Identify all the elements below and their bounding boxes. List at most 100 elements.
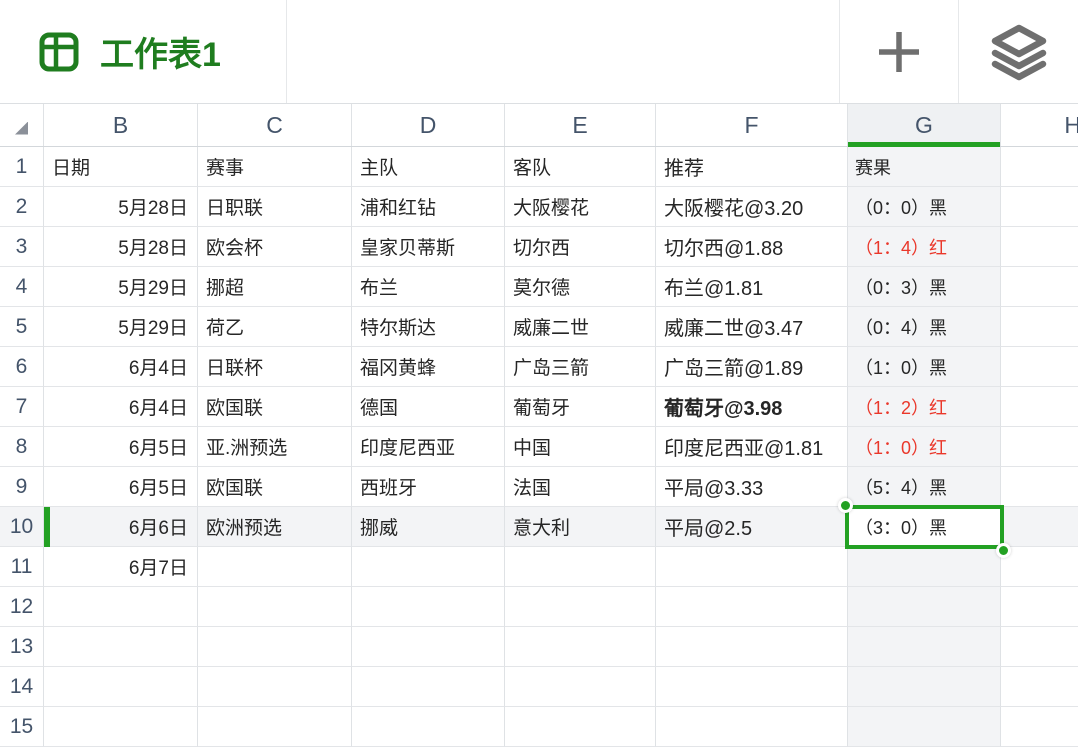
column-header-C[interactable]: C bbox=[198, 104, 352, 146]
selection-handle-top-left[interactable] bbox=[838, 498, 853, 513]
cell-E5[interactable]: 威廉二世 bbox=[505, 307, 656, 347]
cell-D13[interactable] bbox=[352, 627, 505, 667]
cell-B12[interactable] bbox=[44, 587, 198, 627]
row-header-10[interactable]: 10 bbox=[0, 507, 44, 547]
column-header-G[interactable]: G bbox=[848, 104, 1001, 146]
cell-F6[interactable]: 广岛三箭@1.89 bbox=[656, 347, 848, 387]
row-header-6[interactable]: 6 bbox=[0, 347, 44, 387]
cell-H14[interactable] bbox=[1001, 667, 1078, 707]
cell-D9[interactable]: 西班牙 bbox=[352, 467, 505, 507]
cell-F8[interactable]: 印度尼西亚@1.81 bbox=[656, 427, 848, 467]
cell-D3[interactable]: 皇家贝蒂斯 bbox=[352, 227, 505, 267]
cell-H5[interactable] bbox=[1001, 307, 1078, 347]
row-header-12[interactable]: 12 bbox=[0, 587, 44, 627]
cell-D5[interactable]: 特尔斯达 bbox=[352, 307, 505, 347]
cell-F4[interactable]: 布兰@1.81 bbox=[656, 267, 848, 307]
cell-D2[interactable]: 浦和红钻 bbox=[352, 187, 505, 227]
cell-B8[interactable]: 6月5日 bbox=[44, 427, 198, 467]
cell-G15[interactable] bbox=[848, 707, 1001, 747]
cell-H3[interactable] bbox=[1001, 227, 1078, 267]
cell-D4[interactable]: 布兰 bbox=[352, 267, 505, 307]
cell-H6[interactable] bbox=[1001, 347, 1078, 387]
cell-B7[interactable]: 6月4日 bbox=[44, 387, 198, 427]
cell-C3[interactable]: 欧会杯 bbox=[198, 227, 352, 267]
cell-B13[interactable] bbox=[44, 627, 198, 667]
cell-G11[interactable] bbox=[848, 547, 1001, 587]
cell-G7[interactable]: （1：2）红 bbox=[848, 387, 1001, 427]
cell-B14[interactable] bbox=[44, 667, 198, 707]
cell-H8[interactable] bbox=[1001, 427, 1078, 467]
cell-G10[interactable]: （3：0）黑 bbox=[848, 507, 1001, 547]
select-all-corner[interactable] bbox=[0, 104, 44, 146]
cell-H1[interactable] bbox=[1001, 147, 1078, 187]
row-header-13[interactable]: 13 bbox=[0, 627, 44, 667]
cell-E10[interactable]: 意大利 bbox=[505, 507, 656, 547]
cell-F11[interactable] bbox=[656, 547, 848, 587]
row-header-7[interactable]: 7 bbox=[0, 387, 44, 427]
cell-G2[interactable]: （0：0）黑 bbox=[848, 187, 1001, 227]
cell-H4[interactable] bbox=[1001, 267, 1078, 307]
cell-C8[interactable]: 亚.洲预选 bbox=[198, 427, 352, 467]
sheet-title-button[interactable]: 工作表1 bbox=[0, 0, 287, 103]
cell-C10[interactable]: 欧洲预选 bbox=[198, 507, 352, 547]
cell-B2[interactable]: 5月28日 bbox=[44, 187, 198, 227]
row-header-15[interactable]: 15 bbox=[0, 707, 44, 747]
sheets-stack-button[interactable] bbox=[958, 0, 1078, 103]
row-header-5[interactable]: 5 bbox=[0, 307, 44, 347]
cell-E12[interactable] bbox=[505, 587, 656, 627]
column-header-B[interactable]: B bbox=[44, 104, 198, 146]
cell-F15[interactable] bbox=[656, 707, 848, 747]
cell-G14[interactable] bbox=[848, 667, 1001, 707]
row-header-4[interactable]: 4 bbox=[0, 267, 44, 307]
cell-C4[interactable]: 挪超 bbox=[198, 267, 352, 307]
cell-F2[interactable]: 大阪樱花@3.20 bbox=[656, 187, 848, 227]
cell-B6[interactable]: 6月4日 bbox=[44, 347, 198, 387]
cell-D10[interactable]: 挪威 bbox=[352, 507, 505, 547]
cell-G9[interactable]: （5：4）黑 bbox=[848, 467, 1001, 507]
cell-H11[interactable] bbox=[1001, 547, 1078, 587]
cell-C11[interactable] bbox=[198, 547, 352, 587]
cell-B1[interactable]: 日期 bbox=[44, 147, 198, 187]
cell-C5[interactable]: 荷乙 bbox=[198, 307, 352, 347]
cell-C14[interactable] bbox=[198, 667, 352, 707]
cell-B9[interactable]: 6月5日 bbox=[44, 467, 198, 507]
cell-B3[interactable]: 5月28日 bbox=[44, 227, 198, 267]
cell-C6[interactable]: 日联杯 bbox=[198, 347, 352, 387]
row-header-2[interactable]: 2 bbox=[0, 187, 44, 227]
row-header-11[interactable]: 11 bbox=[0, 547, 44, 587]
cell-C2[interactable]: 日职联 bbox=[198, 187, 352, 227]
row-header-3[interactable]: 3 bbox=[0, 227, 44, 267]
cell-C13[interactable] bbox=[198, 627, 352, 667]
cell-B5[interactable]: 5月29日 bbox=[44, 307, 198, 347]
cell-G4[interactable]: （0：3）黑 bbox=[848, 267, 1001, 307]
cell-B15[interactable] bbox=[44, 707, 198, 747]
cell-D12[interactable] bbox=[352, 587, 505, 627]
cell-E14[interactable] bbox=[505, 667, 656, 707]
cell-H13[interactable] bbox=[1001, 627, 1078, 667]
cell-H12[interactable] bbox=[1001, 587, 1078, 627]
cell-D7[interactable]: 德国 bbox=[352, 387, 505, 427]
cell-E11[interactable] bbox=[505, 547, 656, 587]
row-header-14[interactable]: 14 bbox=[0, 667, 44, 707]
column-header-D[interactable]: D bbox=[352, 104, 505, 146]
cell-E6[interactable]: 广岛三箭 bbox=[505, 347, 656, 387]
cell-B4[interactable]: 5月29日 bbox=[44, 267, 198, 307]
cell-E9[interactable]: 法国 bbox=[505, 467, 656, 507]
cell-D11[interactable] bbox=[352, 547, 505, 587]
selection-handle-bottom-right[interactable] bbox=[996, 543, 1011, 558]
cell-D15[interactable] bbox=[352, 707, 505, 747]
cell-E7[interactable]: 葡萄牙 bbox=[505, 387, 656, 427]
cell-F14[interactable] bbox=[656, 667, 848, 707]
cell-E13[interactable] bbox=[505, 627, 656, 667]
cell-B11[interactable]: 6月7日 bbox=[44, 547, 198, 587]
cell-H7[interactable] bbox=[1001, 387, 1078, 427]
cell-C7[interactable]: 欧国联 bbox=[198, 387, 352, 427]
cell-F5[interactable]: 威廉二世@3.47 bbox=[656, 307, 848, 347]
cell-C15[interactable] bbox=[198, 707, 352, 747]
cell-F9[interactable]: 平局@3.33 bbox=[656, 467, 848, 507]
cell-H9[interactable] bbox=[1001, 467, 1078, 507]
cell-C1[interactable]: 赛事 bbox=[198, 147, 352, 187]
cell-F13[interactable] bbox=[656, 627, 848, 667]
cell-F12[interactable] bbox=[656, 587, 848, 627]
cell-D6[interactable]: 福冈黄蜂 bbox=[352, 347, 505, 387]
